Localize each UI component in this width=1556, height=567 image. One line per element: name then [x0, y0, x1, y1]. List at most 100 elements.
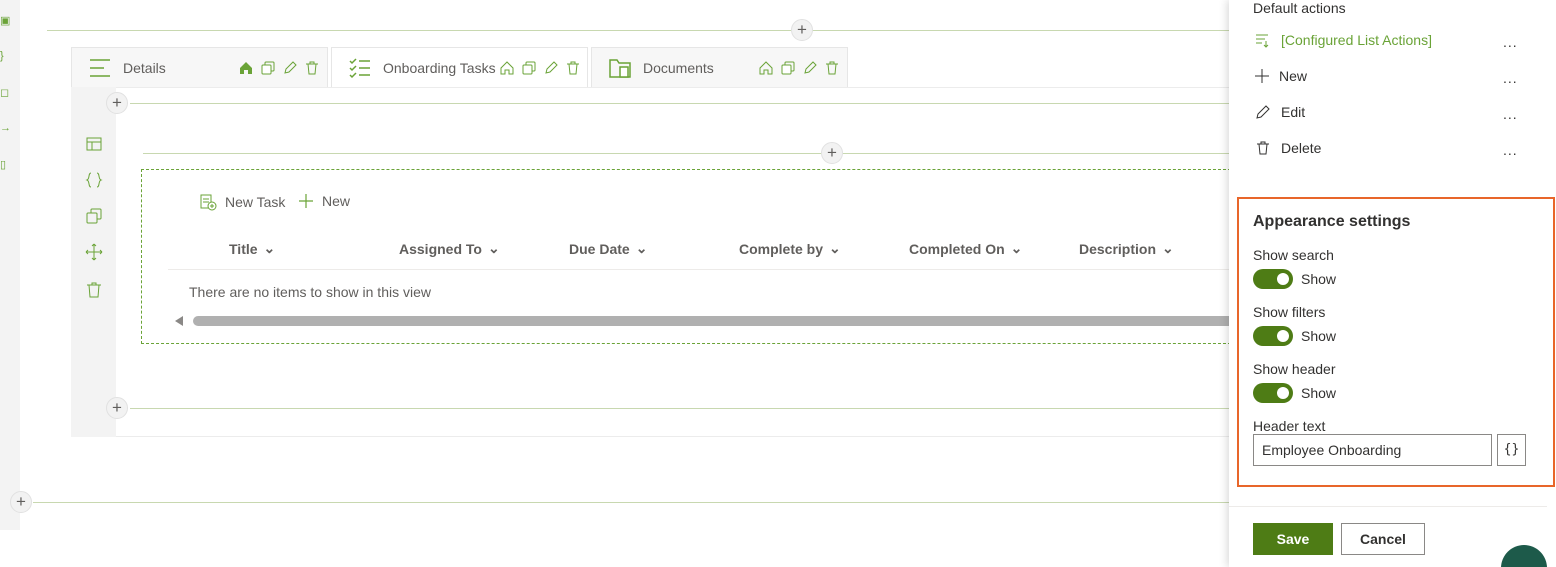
save-button[interactable]: Save	[1253, 523, 1333, 555]
add-section-bottom-icon[interactable]: +	[10, 491, 32, 513]
webpart-settings-icon[interactable]	[85, 135, 103, 153]
action-new[interactable]: New	[1255, 68, 1307, 84]
appearance-settings-group: Appearance settings Show search Show Sho…	[1237, 197, 1555, 487]
show-header-toggle[interactable]	[1253, 383, 1293, 403]
tab-documents[interactable]: Documents	[591, 47, 848, 87]
dynamic-value-button[interactable]: {}	[1497, 434, 1526, 466]
show-header-toggle-text: Show	[1301, 385, 1337, 401]
scroll-left-arrow[interactable]	[175, 316, 183, 326]
move-icon[interactable]	[85, 243, 103, 261]
home-icon[interactable]	[499, 60, 515, 76]
copy-icon[interactable]	[260, 60, 276, 76]
column-header-due-date[interactable]: Due Date ⌄	[569, 240, 647, 257]
delete-webpart-icon[interactable]	[85, 281, 103, 299]
section-divider-bottom	[33, 502, 1229, 503]
rail-code-icon[interactable]: }	[0, 50, 10, 64]
tab-details[interactable]: Details	[71, 47, 328, 87]
copy-icon[interactable]	[780, 60, 796, 76]
show-search-toggle[interactable]	[1253, 269, 1293, 289]
copy-icon[interactable]	[521, 60, 537, 76]
chevron-down-icon: ⌄	[829, 240, 841, 256]
rail-settings-icon[interactable]: ▣	[0, 14, 10, 28]
rail-delete-icon[interactable]: ▯	[0, 158, 10, 172]
rail-move-icon[interactable]: →	[0, 122, 11, 136]
new-command[interactable]: New	[298, 193, 350, 209]
chevron-down-icon: ⌄	[1010, 240, 1023, 256]
chevron-down-icon: ⌄	[487, 240, 500, 256]
empty-list-message: There are no items to show in this view	[189, 284, 431, 300]
more-options-icon[interactable]: ...	[1503, 70, 1518, 86]
show-search-label: Show search	[1253, 247, 1334, 263]
action-configured-list-actions[interactable]: [Configured List Actions]	[1255, 32, 1432, 48]
pencil-icon	[1256, 105, 1270, 119]
new-label: New	[322, 193, 351, 209]
home-icon[interactable]	[758, 60, 774, 76]
column-header-assigned-to[interactable]: Assigned To ⌄	[399, 240, 500, 257]
configured-actions-icon	[1256, 34, 1269, 48]
tab-onboarding-actions	[499, 60, 581, 76]
column-header-description[interactable]: Description ⌄	[1079, 240, 1174, 257]
tab-onboarding-tasks[interactable]: Onboarding Tasks	[331, 47, 588, 87]
trash-icon	[1257, 141, 1269, 155]
section-divider-top	[47, 30, 1229, 31]
column-due-label: Due Date	[569, 240, 630, 257]
edit-icon[interactable]	[282, 60, 298, 76]
more-options-icon[interactable]: ...	[1503, 142, 1518, 158]
column-completedon-label: Completed On	[909, 240, 1005, 257]
tab-documents-label: Documents	[643, 60, 714, 76]
list-lines-icon	[90, 59, 110, 77]
new-task-label: New Task	[225, 194, 286, 210]
add-webpart-mid-icon[interactable]: +	[821, 142, 843, 164]
add-webpart-top-icon[interactable]: +	[106, 92, 128, 114]
column-header-completed-on[interactable]: Completed On ⌄	[909, 240, 1022, 257]
add-webpart-bottom-icon[interactable]: +	[106, 397, 128, 419]
new-task-command[interactable]: New Task	[199, 193, 285, 211]
footer-divider	[1229, 506, 1547, 507]
plus-icon	[299, 194, 313, 208]
chevron-down-icon: ⌄	[1162, 240, 1174, 256]
default-actions-title: Default actions	[1253, 0, 1346, 16]
more-options-icon[interactable]: ...	[1503, 34, 1518, 50]
tab-strip: Details Onboarding Tasks Documents	[71, 45, 1231, 87]
duplicate-icon[interactable]	[85, 207, 103, 225]
tab-details-label: Details	[123, 60, 166, 76]
chevron-down-icon: ⌄	[263, 240, 276, 256]
chat-assistant-icon[interactable]	[1501, 545, 1547, 567]
action-new-label: New	[1279, 68, 1308, 84]
tab-documents-actions	[758, 60, 840, 76]
tab-details-actions	[238, 60, 320, 76]
show-filters-toggle[interactable]	[1253, 326, 1293, 346]
action-delete[interactable]: Delete	[1255, 140, 1321, 156]
home-icon[interactable]	[238, 60, 254, 76]
inner-divider-bottom	[130, 408, 1231, 409]
code-braces-icon[interactable]	[85, 171, 103, 189]
cancel-button[interactable]: Cancel	[1341, 523, 1425, 555]
add-section-top-icon[interactable]: +	[791, 19, 813, 41]
column-header-complete-by[interactable]: Complete by ⌄	[739, 240, 841, 257]
trash-icon[interactable]	[304, 60, 320, 76]
action-edit-label: Edit	[1281, 104, 1306, 120]
appearance-settings-title: Appearance settings	[1253, 213, 1411, 230]
more-options-icon[interactable]: ...	[1503, 106, 1518, 122]
trash-icon[interactable]	[824, 60, 840, 76]
edit-icon[interactable]	[802, 60, 818, 76]
show-filters-label: Show filters	[1253, 304, 1326, 320]
header-text-input[interactable]	[1253, 434, 1492, 466]
column-header-divider	[168, 269, 1231, 270]
column-completeby-label: Complete by	[739, 240, 824, 257]
rail-copy-icon[interactable]: ◻	[0, 86, 10, 100]
column-header-title[interactable]: Title ⌄	[229, 240, 275, 257]
horizontal-scrollbar[interactable]	[193, 316, 1231, 326]
header-text-label: Header text	[1253, 418, 1326, 434]
column-description-label: Description	[1079, 240, 1157, 257]
trash-icon[interactable]	[565, 60, 581, 76]
action-edit[interactable]: Edit	[1255, 104, 1305, 120]
action-delete-label: Delete	[1281, 140, 1322, 156]
action-configured-label: [Configured List Actions]	[1281, 32, 1432, 48]
edit-icon[interactable]	[543, 60, 559, 76]
tab-onboarding-tasks-label: Onboarding Tasks	[383, 60, 496, 76]
column-assigned-label: Assigned To	[399, 240, 482, 257]
new-task-icon	[200, 194, 217, 211]
show-header-label: Show header	[1253, 361, 1336, 377]
left-edit-rail: ▣ } ◻ → ▯	[0, 0, 20, 530]
